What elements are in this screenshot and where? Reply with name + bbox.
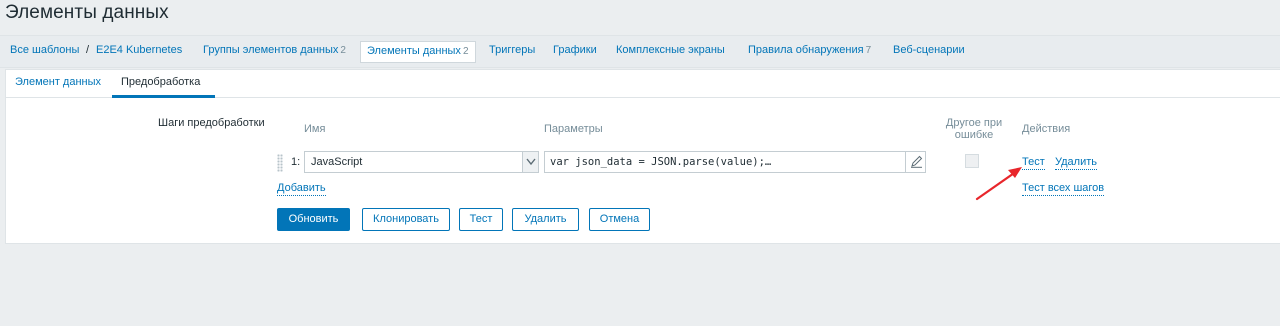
subtab-item[interactable]: Элемент данных (15, 76, 101, 88)
cancel-button[interactable]: Отмена (589, 208, 650, 231)
column-header-on-fail-line1: Другое при (945, 117, 1003, 129)
column-header-on-fail: Другое при ошибке (944, 117, 1004, 141)
column-header-on-fail-line2: ошибке (954, 129, 994, 141)
tab-item-groups-label: Группы элементов данных (203, 44, 339, 56)
column-header-actions: Действия (1022, 123, 1071, 135)
breadcrumb-separator: / (86, 44, 90, 56)
annotation-arrow-icon (975, 167, 1022, 201)
column-header-params: Параметры (544, 123, 603, 135)
step-type-value: JavaScript (311, 156, 363, 168)
step-type-select[interactable]: JavaScript (304, 151, 539, 173)
test-button[interactable]: Тест (459, 208, 503, 231)
step-params-value: var json_data = JSON.parse(value);… (550, 156, 772, 168)
delete-button[interactable]: Удалить (512, 208, 579, 231)
step-number: 1: (291, 156, 301, 168)
form-subtabs: Элемент данных Предобработка (6, 70, 1280, 98)
tab-items[interactable]: Элементы данных 2 (360, 41, 476, 63)
tab-discovery-rules[interactable]: Правила обнаружения 7 (748, 44, 871, 56)
tab-items-label: Элементы данных (367, 45, 461, 57)
tab-discovery-rules-count: 7 (865, 45, 872, 56)
subtab-preprocessing[interactable]: Предобработка (121, 76, 200, 88)
active-subtab-indicator (112, 95, 215, 98)
pencil-edit-icon[interactable] (905, 152, 925, 172)
tab-triggers[interactable]: Триггеры (489, 44, 535, 56)
drag-handle-icon[interactable] (277, 154, 283, 172)
step-remove-link[interactable]: Удалить (1055, 156, 1097, 170)
page-title: Элементы данных (5, 2, 169, 23)
navigation-tabs-bar: Все шаблоны / E2E4 Kubernetes Группы эле… (0, 35, 1280, 68)
tab-screens[interactable]: Комплексные экраны (616, 44, 725, 56)
tab-discovery-rules-label: Правила обнаружения (748, 44, 864, 56)
chevron-down-icon[interactable] (522, 152, 538, 172)
update-button[interactable]: Обновить (277, 208, 350, 231)
clone-button[interactable]: Клонировать (362, 208, 450, 231)
preprocessing-steps-label: Шаги предобработки (158, 117, 265, 129)
test-all-steps-link[interactable]: Тест всех шагов (1022, 182, 1105, 196)
column-header-name: Имя (304, 123, 326, 135)
add-step-link[interactable]: Добавить (277, 182, 326, 196)
step-params-field[interactable]: var json_data = JSON.parse(value);… (544, 151, 926, 173)
breadcrumb-all-templates[interactable]: Все шаблоны (10, 44, 79, 56)
tab-items-count: 2 (462, 46, 469, 57)
form-panel: Элемент данных Предобработка Шаги предоб… (5, 69, 1280, 244)
tab-item-groups-count: 2 (340, 45, 346, 56)
breadcrumb-template[interactable]: E2E4 Kubernetes (96, 44, 182, 56)
tab-web-scenarios[interactable]: Веб-сценарии (893, 44, 965, 56)
tab-graphs[interactable]: Графики (553, 44, 597, 56)
tab-item-groups[interactable]: Группы элементов данных 2 (203, 44, 346, 56)
